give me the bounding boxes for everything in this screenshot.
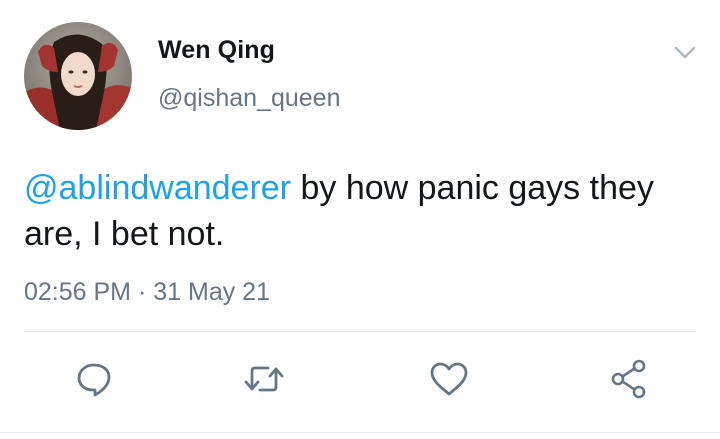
heart-icon <box>430 362 468 396</box>
chevron-down-icon[interactable] <box>670 40 700 64</box>
share-icon <box>611 359 646 399</box>
like-button[interactable] <box>425 355 473 403</box>
tweet-text: @ablindwanderer by how panic gays they a… <box>24 165 694 257</box>
mention-link[interactable]: @ablindwanderer <box>24 169 291 207</box>
meta-separator: · <box>131 278 154 306</box>
retweet-icon <box>244 366 284 392</box>
tweet-card: Wen Qing @qishan_queen @ablindwanderer b… <box>0 0 720 439</box>
retweet-button[interactable] <box>240 355 288 403</box>
divider <box>24 331 696 332</box>
author-display-name[interactable]: Wen Qing <box>158 36 275 65</box>
action-bar <box>0 355 720 403</box>
bottom-border <box>0 432 720 433</box>
tweet-date: 31 May 21 <box>153 278 270 306</box>
author-handle[interactable]: @qishan_queen <box>158 84 340 113</box>
avatar[interactable] <box>24 22 132 130</box>
avatar-image <box>24 22 132 130</box>
tweet-timestamp[interactable]: 02:56 PM · 31 May 21 <box>24 278 270 307</box>
reply-button[interactable] <box>70 355 118 403</box>
share-button[interactable] <box>605 355 653 403</box>
reply-icon <box>77 363 111 397</box>
tweet-time: 02:56 PM <box>24 278 132 306</box>
